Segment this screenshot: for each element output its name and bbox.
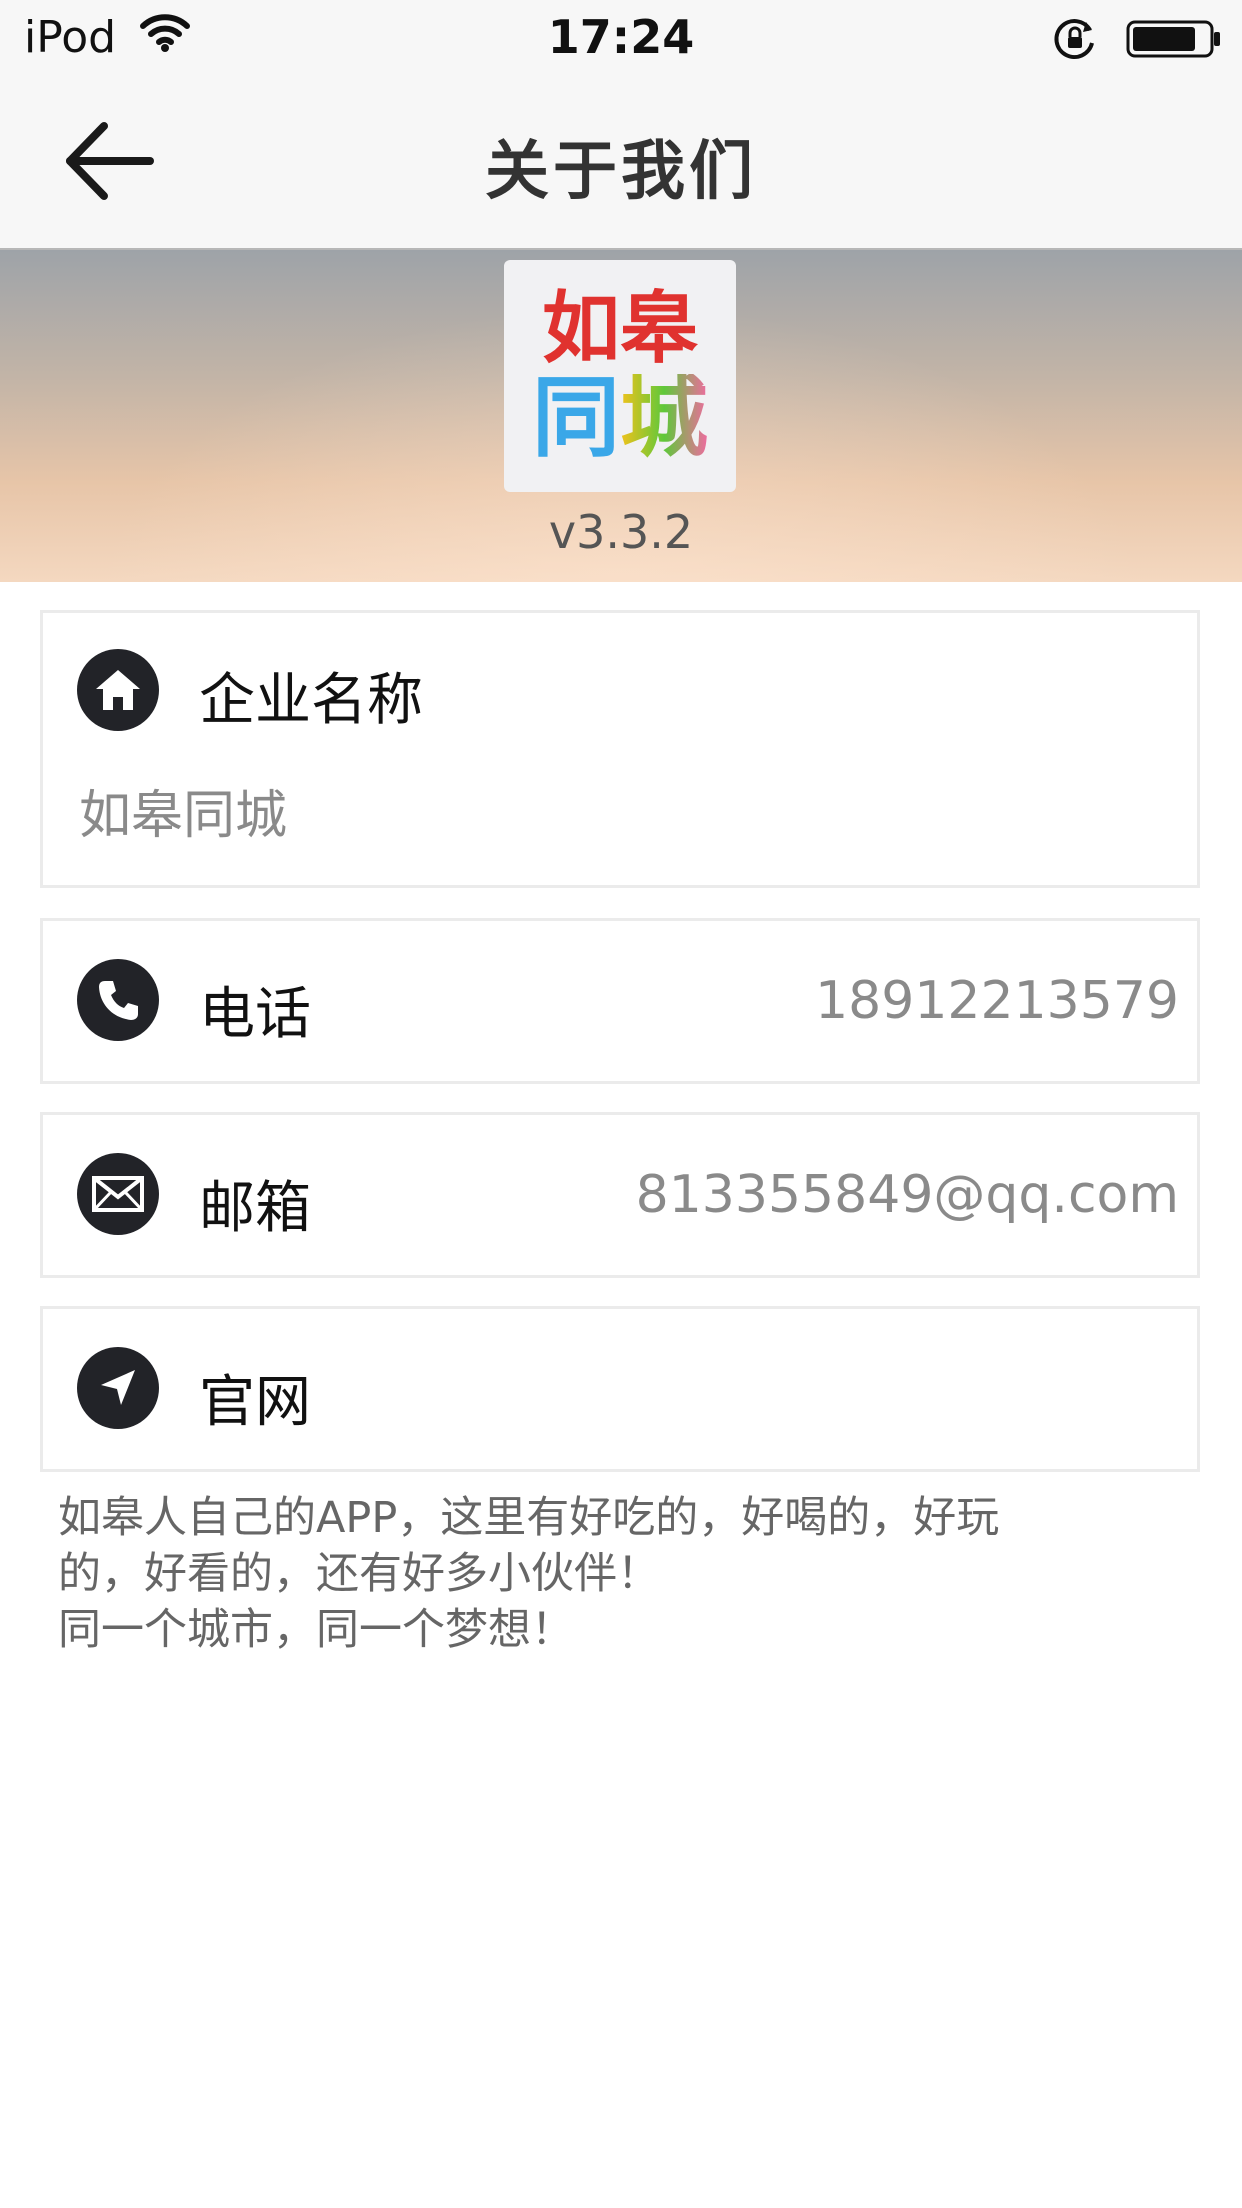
logo-char: 城 <box>620 366 709 469</box>
email-value[interactable]: 813355849@qq.com <box>636 1165 1179 1225</box>
navigation-arrow-icon <box>77 1347 159 1429</box>
phone-value[interactable]: 18912213579 <box>815 971 1179 1031</box>
app-logo: 如 皋 同 城 <box>504 260 736 492</box>
app-version: v3.3.2 <box>548 505 694 559</box>
phone-label: 电话 <box>199 982 311 1047</box>
email-label: 邮箱 <box>199 1176 311 1241</box>
battery-icon <box>1126 18 1222 64</box>
website-card[interactable]: 官网 <box>40 1306 1200 1472</box>
status-bar: iPod 17:24 <box>0 0 1242 78</box>
phone-icon <box>77 959 159 1041</box>
rotation-lock-icon <box>1052 16 1098 66</box>
website-label: 官网 <box>199 1370 311 1435</box>
hero-banner: 如 皋 同 城 v3.3.2 <box>0 250 1242 582</box>
email-card[interactable]: 邮箱 813355849@qq.com <box>40 1112 1200 1278</box>
status-right <box>1052 16 1222 66</box>
logo-text-top: 如 皋 <box>542 290 698 368</box>
company-value: 如皋同城 <box>79 786 288 846</box>
app-description: 如皋人自己的APP，这里有好吃的，好喝的，好玩 的，好看的，还有好多小伙伴！ 同… <box>58 1493 1000 1655</box>
company-card: 企业名称 如皋同城 <box>40 610 1200 888</box>
company-label: 企业名称 <box>199 668 423 733</box>
logo-text-bottom: 同 城 <box>532 374 708 462</box>
logo-char: 同 <box>531 366 620 469</box>
page-title: 关于我们 <box>485 135 757 209</box>
nav-bar: 关于我们 <box>0 78 1242 250</box>
home-icon <box>77 649 159 731</box>
mail-icon <box>77 1153 159 1235</box>
logo-char: 如 <box>541 284 620 374</box>
phone-card[interactable]: 电话 18912213579 <box>40 918 1200 1084</box>
logo-char: 皋 <box>620 284 699 374</box>
